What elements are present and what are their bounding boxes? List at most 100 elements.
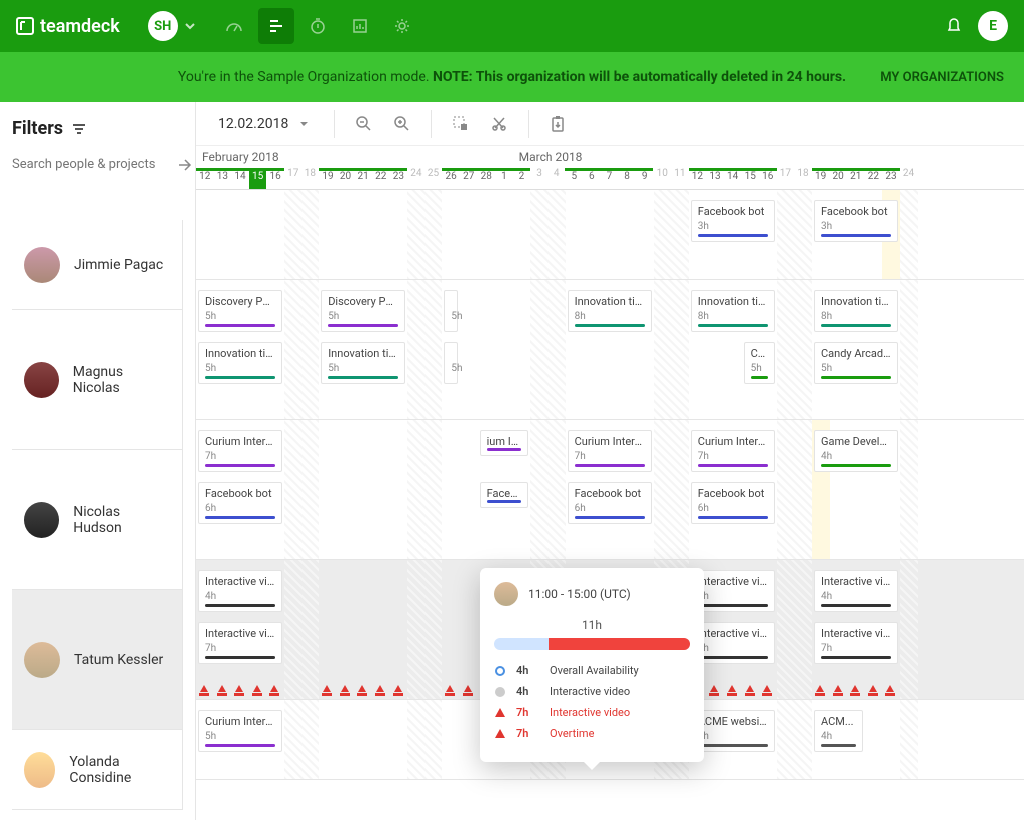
booking-color-bar — [698, 604, 768, 607]
bell-icon[interactable] — [944, 14, 964, 38]
day-cell[interactable]: 11 — [671, 168, 689, 189]
booking-block[interactable]: Interactive video4h — [814, 570, 898, 612]
day-cell[interactable]: 14 — [724, 168, 742, 189]
day-cell[interactable]: 24 — [900, 168, 918, 189]
day-cell[interactable]: 18 — [302, 168, 320, 189]
day-cell[interactable]: 17 — [777, 168, 795, 189]
overtime-warning-icon — [464, 685, 472, 692]
booking-block[interactable]: Candy Ar...5h — [744, 342, 775, 384]
day-cell[interactable]: 25 — [425, 168, 443, 189]
timer-icon[interactable] — [300, 8, 336, 44]
booking-block[interactable]: Facebook bot6h — [198, 482, 282, 524]
day-cell[interactable]: 5 — [565, 168, 583, 189]
booking-block[interactable]: Candy Arcade app5h — [814, 342, 898, 384]
booking-block[interactable]: Interactive video4h — [198, 570, 282, 612]
select-icon[interactable] — [446, 109, 476, 139]
day-cell[interactable]: 20 — [829, 168, 847, 189]
brand-logo[interactable]: teamdeck — [16, 16, 120, 37]
day-cell[interactable]: 12 — [689, 168, 707, 189]
day-cell[interactable]: 21 — [847, 168, 865, 189]
day-cell[interactable]: 13 — [214, 168, 232, 189]
booking-block[interactable]: Curium Interactive7h — [198, 430, 282, 472]
booking-hours: 7h — [575, 451, 645, 462]
cut-icon[interactable] — [484, 109, 514, 139]
booking-block[interactable]: Game Development4h — [814, 430, 898, 472]
zoom-in-icon[interactable] — [387, 109, 417, 139]
day-cell[interactable]: 28 — [478, 168, 496, 189]
booking-block[interactable]: Curium Interactiv...5h — [198, 710, 282, 752]
day-cell[interactable]: 16 — [759, 168, 777, 189]
day-cell[interactable]: 27 — [460, 168, 478, 189]
day-cell[interactable]: 18 — [794, 168, 812, 189]
day-cell[interactable]: 7 — [601, 168, 619, 189]
planner-icon[interactable] — [258, 8, 294, 44]
person-row[interactable]: Magnus Nicolas — [12, 310, 183, 450]
day-cell[interactable]: 16 — [266, 168, 284, 189]
day-cell[interactable]: 4 — [548, 168, 566, 189]
booking-block[interactable]: Facebook bot3h — [814, 200, 898, 242]
booking-color-bar — [205, 376, 275, 379]
booking-block[interactable]: ...5h — [444, 290, 458, 332]
day-cell[interactable]: 12 — [196, 168, 214, 189]
booking-block[interactable]: Facebook bot3h — [691, 200, 775, 242]
day-cell[interactable]: 19 — [812, 168, 830, 189]
day-cell[interactable]: 21 — [354, 168, 372, 189]
chevron-down-icon[interactable] — [184, 17, 196, 36]
day-cell[interactable]: 10 — [653, 168, 671, 189]
day-cell[interactable]: 9 — [636, 168, 654, 189]
day-cell[interactable]: 26 — [442, 168, 460, 189]
booking-block[interactable]: Innovation time off8h — [568, 290, 652, 332]
paste-icon[interactable] — [543, 109, 573, 139]
day-cell[interactable]: 22 — [372, 168, 390, 189]
booking-block[interactable]: Innovation time off8h — [691, 290, 775, 332]
day-cell[interactable]: 14 — [231, 168, 249, 189]
person-row[interactable]: Nicolas Hudson — [12, 450, 183, 590]
settings-icon[interactable] — [384, 8, 420, 44]
booking-block[interactable]: Facebook bot6h — [568, 482, 652, 524]
booking-block[interactable]: Innovation time off5h — [321, 342, 405, 384]
person-row[interactable]: Yolanda Considine — [12, 730, 183, 810]
day-cell[interactable]: 23 — [390, 168, 408, 189]
booking-block[interactable]: Curium Intera...7h — [691, 430, 775, 472]
day-cell[interactable]: 22 — [865, 168, 883, 189]
booking-block[interactable]: Curium Interactive...7h — [568, 430, 652, 472]
booking-block[interactable]: Facebook bot — [480, 482, 529, 508]
booking-block[interactable]: Discovery Phase5h — [198, 290, 282, 332]
collapse-arrow-icon[interactable] — [176, 156, 194, 178]
day-cell[interactable]: 6 — [583, 168, 601, 189]
booking-block[interactable]: ACM...4h — [814, 710, 863, 752]
day-cell[interactable]: 13 — [706, 168, 724, 189]
dashboard-icon[interactable] — [216, 8, 252, 44]
booking-block[interactable]: Discovery Phase5h — [321, 290, 405, 332]
day-cell[interactable]: 3 — [530, 168, 548, 189]
booking-block[interactable]: Interactive video7h — [814, 622, 898, 664]
booking-block[interactable]: Facebook bot6h — [691, 482, 775, 524]
day-cell[interactable]: 19 — [319, 168, 337, 189]
filters-heading[interactable]: Filters — [12, 118, 183, 139]
booking-block[interactable]: Innovation time off8h — [814, 290, 898, 332]
booking-block[interactable]: Innovation time off5h — [198, 342, 282, 384]
booking-color-bar — [575, 516, 645, 519]
zoom-out-icon[interactable] — [349, 109, 379, 139]
booking-block[interactable]: I..5h — [444, 342, 458, 384]
org-badge[interactable]: SH — [148, 11, 178, 41]
date-picker[interactable]: 12.02.2018 — [208, 110, 320, 138]
day-cell[interactable]: 1 — [495, 168, 513, 189]
person-row[interactable]: Tatum Kessler — [12, 590, 183, 730]
person-row[interactable]: Jimmie Pagac — [12, 220, 183, 310]
overtime-warning-icon — [323, 685, 331, 692]
my-organizations-link[interactable]: MY ORGANIZATIONS — [880, 70, 1004, 85]
user-avatar[interactable]: E — [978, 11, 1008, 41]
day-cell[interactable]: 23 — [882, 168, 900, 189]
day-cell[interactable]: 8 — [618, 168, 636, 189]
day-cell[interactable]: 24 — [407, 168, 425, 189]
booking-block[interactable]: ium Interactiv... — [480, 430, 529, 456]
day-cell[interactable]: 20 — [337, 168, 355, 189]
reports-icon[interactable] — [342, 8, 378, 44]
booking-block[interactable]: Interactive video7h — [198, 622, 282, 664]
day-cell[interactable]: 15 — [249, 168, 267, 189]
search-input[interactable] — [12, 157, 183, 172]
day-cell[interactable]: 2 — [513, 168, 531, 189]
day-cell[interactable]: 15 — [741, 168, 759, 189]
day-cell[interactable]: 17 — [284, 168, 302, 189]
